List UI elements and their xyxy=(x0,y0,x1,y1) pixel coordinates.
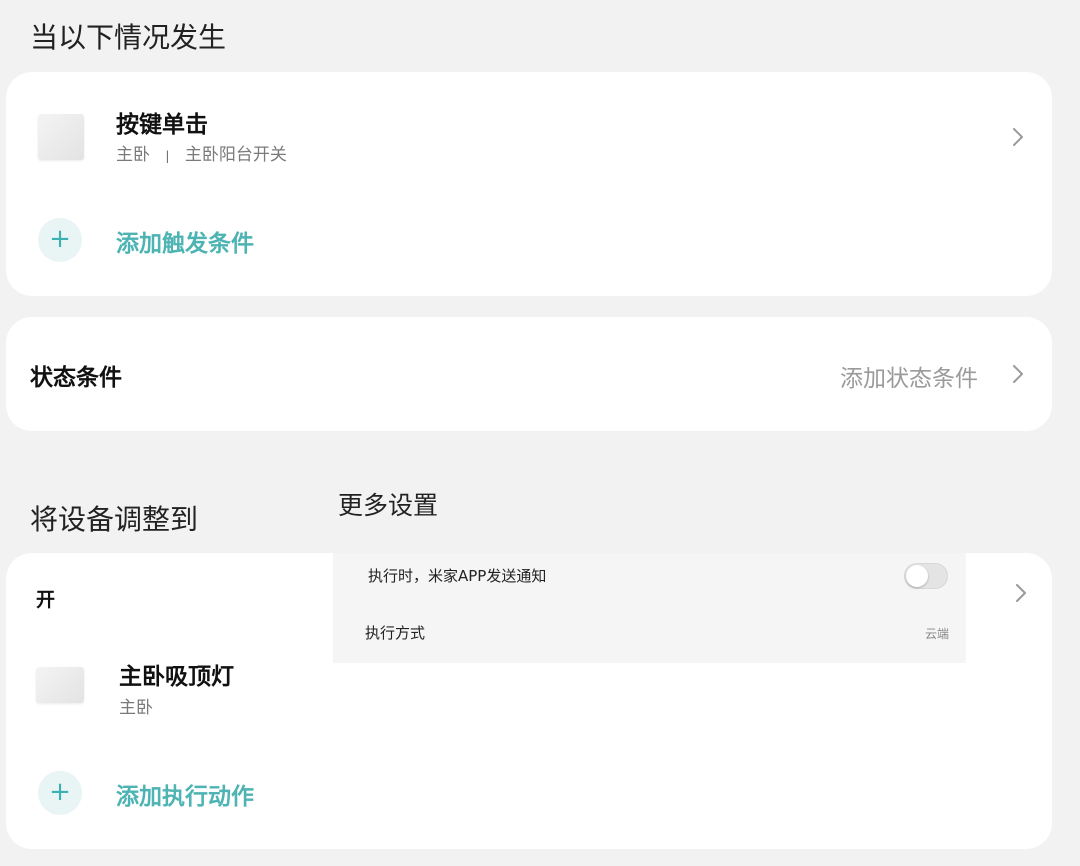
toggle-knob xyxy=(906,565,928,587)
notify-toggle[interactable] xyxy=(904,563,948,589)
exec-mode-row[interactable]: 执行方式 云端 xyxy=(333,605,966,655)
add-trigger-plus-icon[interactable]: + xyxy=(38,218,82,262)
chevron-right-icon xyxy=(1011,363,1025,385)
ceiling-light-icon xyxy=(36,667,84,703)
switch-device-icon xyxy=(38,114,84,160)
exec-mode-label: 执行方式 xyxy=(365,624,426,642)
trigger-item[interactable]: 按键单击 主卧 | 主卧阳台开关 xyxy=(6,92,1052,192)
add-trigger-button[interactable]: 添加触发条件 xyxy=(116,224,254,258)
state-condition-title: 状态条件 xyxy=(30,365,122,391)
action-state-label: 开 xyxy=(36,589,56,611)
trigger-separator: | xyxy=(165,149,170,163)
action-device-name: 主卧吸顶灯 xyxy=(119,664,234,690)
chevron-right-icon xyxy=(1011,126,1025,148)
add-action-plus-icon[interactable]: + xyxy=(38,771,82,815)
trigger-device: 主卧阳台开关 xyxy=(184,145,287,165)
trigger-title: 按键单击 xyxy=(116,112,208,138)
more-settings-title: 更多设置 xyxy=(338,491,439,520)
action-section-title: 将设备调整到 xyxy=(30,503,199,536)
state-condition-card[interactable]: 状态条件 添加状态条件 xyxy=(6,317,1052,431)
chevron-right-icon xyxy=(1014,582,1028,604)
trigger-card: 按键单击 主卧 | 主卧阳台开关 + 添加触发条件 xyxy=(6,72,1052,296)
add-action-button[interactable]: 添加执行动作 xyxy=(116,777,254,811)
action-device-room: 主卧 xyxy=(119,698,153,718)
trigger-subtitle: 主卧 | 主卧阳台开关 xyxy=(116,140,287,165)
notify-label: 执行时，米家APP发送通知 xyxy=(368,567,547,585)
add-state-condition-button[interactable]: 添加状态条件 xyxy=(840,359,978,393)
trigger-section-title: 当以下情况发生 xyxy=(30,21,227,54)
trigger-room: 主卧 xyxy=(116,145,150,165)
exec-mode-value: 云端 xyxy=(925,627,950,641)
more-settings-panel: 执行时，米家APP发送通知 执行方式 云端 xyxy=(333,553,966,663)
